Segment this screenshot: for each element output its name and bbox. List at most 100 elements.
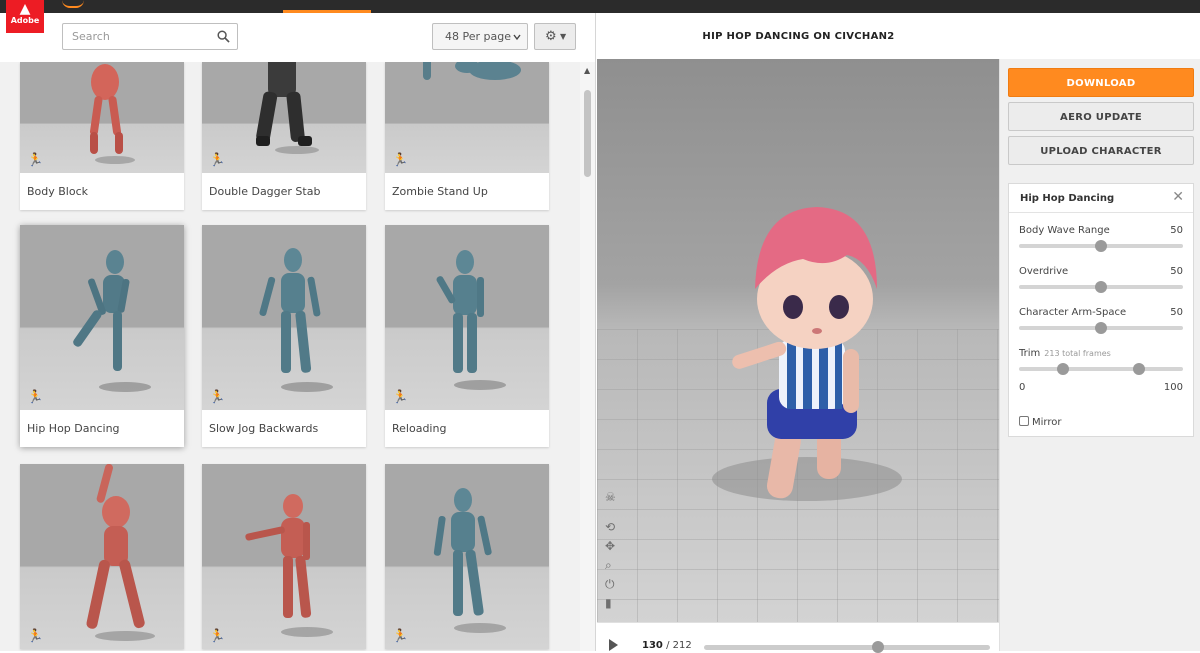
animation-thumbnail: 🏃 (202, 62, 366, 173)
search-input[interactable] (63, 24, 203, 49)
running-man-icon: 🏃 (392, 390, 409, 405)
arm-space-slider-handle[interactable] (1095, 322, 1107, 334)
grid-scrollbar[interactable]: ▲ (580, 62, 595, 651)
close-icon[interactable]: ✕ (1172, 190, 1184, 204)
running-man-icon: 🏃 (27, 629, 44, 644)
search-box (62, 23, 238, 50)
trim-min-value: 0 (1019, 382, 1026, 393)
character-figure (89, 64, 135, 164)
search-icon[interactable] (217, 30, 230, 43)
overdrive-slider-handle[interactable] (1095, 281, 1107, 293)
zoom-icon[interactable]: ⌕ (605, 559, 612, 571)
adobe-logo[interactable]: ▲ Adobe (6, 0, 44, 33)
animation-thumbnail: 🏃 (20, 62, 184, 173)
reset-icon[interactable]: ⏻ (605, 578, 615, 590)
trim-start-handle[interactable] (1057, 363, 1069, 375)
upload-character-button[interactable]: UPLOAD CHARACTER (1008, 136, 1194, 165)
animation-thumbnail: 🏃 (385, 225, 549, 410)
mirror-checkbox[interactable] (1019, 416, 1029, 426)
trim-frames-note: 213 total frames (1044, 349, 1111, 358)
scrollbar-thumb[interactable] (584, 90, 591, 177)
pan-icon[interactable]: ✥ (605, 540, 615, 552)
aero-update-button[interactable]: AERO UPDATE (1008, 102, 1194, 131)
animation-browser: 48 Per page ⚙ ▼ 🏃 Body Block (0, 13, 596, 651)
3d-viewport[interactable]: ☠ ⟲ ✥ ⌕ ⏻ ▮ (597, 59, 999, 622)
playback-bar: 130 / 212 (597, 622, 999, 653)
per-page-select[interactable]: 48 Per page (432, 23, 528, 50)
character-figure (433, 488, 506, 633)
animation-card[interactable]: 🏃 Double Dagger Stab (202, 62, 366, 210)
character-figure (423, 62, 521, 80)
adobe-logo-text: Adobe (10, 16, 40, 25)
trim-title: Trim (1019, 348, 1041, 359)
running-man-icon: 🏃 (209, 153, 226, 168)
animation-title: Zombie Stand Up (392, 185, 488, 198)
current-frame: 130 (642, 640, 663, 651)
gear-icon: ⚙ (545, 29, 557, 44)
overdrive-value: 50 (1170, 266, 1183, 277)
animation-card[interactable]: 🏃 Reloading (385, 225, 549, 447)
mirror-option[interactable]: Mirror (1019, 416, 1061, 428)
animation-title: Double Dagger Stab (209, 185, 321, 198)
adobe-logo-mark: ▲ (19, 1, 31, 17)
trim-range-slider[interactable] (1019, 367, 1183, 371)
arm-space-label: Character Arm-Space (1019, 307, 1127, 318)
overdrive-label: Overdrive (1019, 266, 1069, 277)
character-figure (256, 62, 319, 154)
animation-thumbnail: 🏃 (202, 464, 366, 649)
camera-icon[interactable]: ▮ (605, 597, 612, 609)
chevron-down-icon (513, 34, 521, 41)
trim-max-value: 100 (1163, 382, 1183, 393)
running-man-icon: 🏃 (27, 153, 44, 168)
animation-thumbnail: 🏃 (385, 464, 549, 649)
character-figure (245, 494, 333, 637)
body-wave-slider-handle[interactable] (1095, 240, 1107, 252)
animation-thumbnail: 🏃 (202, 225, 366, 410)
mirror-label: Mirror (1032, 417, 1062, 428)
viewer-title: HIP HOP DANCING ON CIVCHAN2 (597, 13, 1200, 59)
trim-label: Trim 213 total frames (1019, 348, 1111, 359)
animation-params-panel: Hip Hop Dancing ✕ Body Wave Range 50 Ove… (1008, 183, 1194, 437)
total-frames: / 212 (666, 640, 692, 651)
caret-down-icon: ▼ (560, 32, 567, 41)
top-nav-bar (0, 0, 1200, 13)
animation-card[interactable]: 🏃 Zombie Stand Up (385, 62, 549, 210)
rotate-icon[interactable]: ⟲ (605, 521, 615, 533)
download-button[interactable]: DOWNLOAD (1008, 68, 1194, 97)
animation-title: Reloading (392, 422, 447, 435)
running-man-icon: 🏃 (27, 390, 44, 405)
running-man-icon: 🏃 (392, 153, 409, 168)
animation-card[interactable]: 🏃 Slow Jog Backwards (202, 225, 366, 447)
running-man-icon: 🏃 (209, 629, 226, 644)
skeleton-icon[interactable]: ☠ (605, 491, 616, 503)
animation-card[interactable]: 🏃 Body Block (20, 62, 184, 210)
trim-end-handle[interactable] (1133, 363, 1145, 375)
body-wave-value: 50 (1170, 225, 1183, 236)
character-figure (73, 250, 151, 392)
params-title: Hip Hop Dancing (1020, 193, 1115, 204)
animation-thumbnail: 🏃 (385, 62, 549, 173)
scroll-up-icon[interactable]: ▲ (584, 66, 590, 75)
per-page-value: 48 Per page (445, 30, 511, 43)
character-figure (436, 250, 506, 390)
frame-counter: 130 / 212 (642, 640, 692, 651)
divider (1009, 212, 1193, 213)
character-model (712, 207, 902, 501)
animation-card[interactable]: 🏃 (20, 464, 184, 649)
running-man-icon: 🏃 (392, 629, 409, 644)
animation-card[interactable]: 🏃 (385, 464, 549, 649)
character-figure (259, 248, 333, 392)
animation-title: Body Block (27, 185, 89, 198)
animation-card[interactable]: 🏃 (202, 464, 366, 649)
timeline-track[interactable] (704, 645, 990, 650)
animation-grid: 🏃 Body Block 🏃 Double Dagger Stab 🏃 Zomb… (0, 62, 580, 651)
play-icon[interactable] (609, 639, 618, 651)
character-figure (86, 464, 155, 641)
running-man-icon: 🏃 (209, 390, 226, 405)
animation-title: Hip Hop Dancing (27, 422, 120, 435)
body-wave-label: Body Wave Range (1019, 225, 1110, 236)
animation-title: Slow Jog Backwards (209, 422, 319, 435)
settings-button[interactable]: ⚙ ▼ (534, 23, 576, 50)
timeline-scrubber[interactable] (872, 641, 885, 653)
animation-card-selected[interactable]: 🏃 Hip Hop Dancing (20, 225, 184, 447)
